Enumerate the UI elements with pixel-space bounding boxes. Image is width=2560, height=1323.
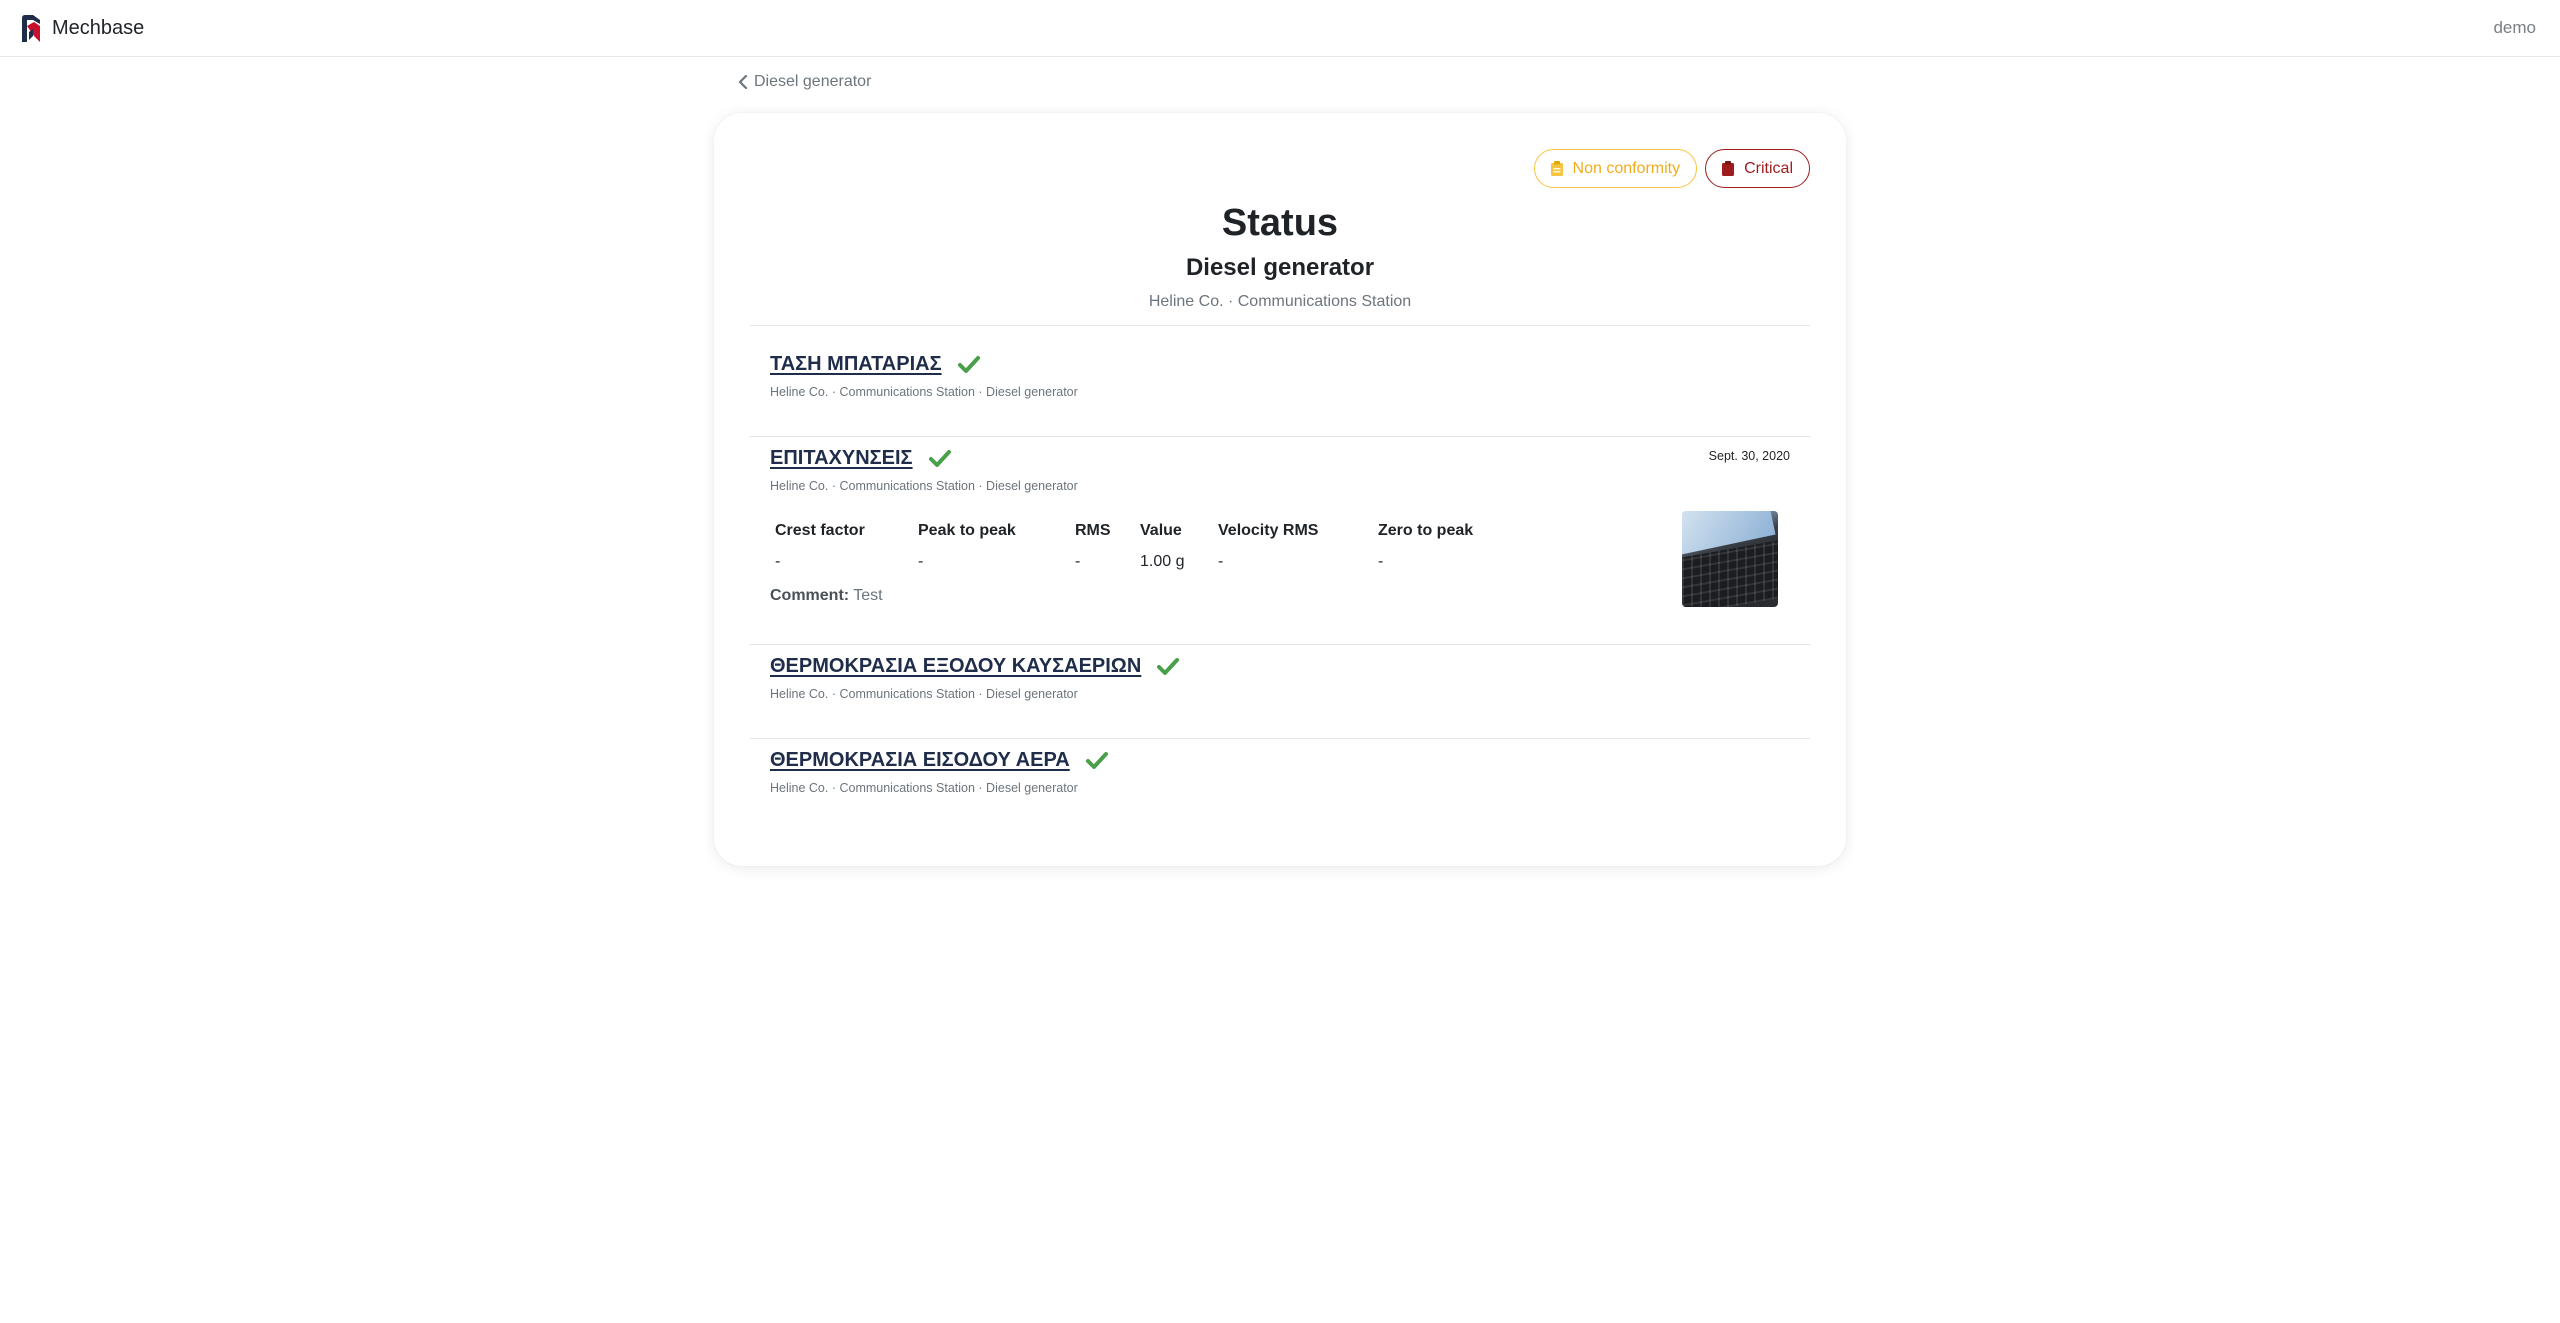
item-path: Heline Co. · Communications Station · Di… bbox=[770, 479, 1078, 493]
table-cell: - bbox=[775, 553, 781, 570]
equipment-name: Diesel generator bbox=[1185, 254, 1375, 281]
list-item: ΘΕΡΜΟΚΡΑΣΙΑ ΕΞΟΔΟΥ ΚΑΥΣΑΕΡΙΩΝ Heline Co.… bbox=[770, 655, 1790, 701]
item-title-link[interactable]: ΘΕΡΜΟΚΡΑΣΙΑ ΕΙΣΟΔΟΥ ΑΕΡΑ bbox=[770, 749, 1070, 772]
user-menu[interactable]: demo bbox=[2493, 18, 2536, 38]
chevron-left-icon bbox=[738, 75, 748, 89]
table-row: - - - 1.00 g - - bbox=[770, 543, 1503, 581]
check-icon bbox=[1157, 657, 1180, 675]
brand-name: Mechbase bbox=[52, 16, 145, 39]
check-icon bbox=[928, 449, 951, 467]
item-title-link[interactable]: ΕΠΙΤΑΧΥΝΣΕΙΣ bbox=[770, 447, 913, 470]
column-header: Peak to peak bbox=[918, 522, 1016, 539]
equipment-location: Heline Co. · Communications Station bbox=[1148, 293, 1412, 310]
comment: Comment: Test bbox=[770, 587, 883, 605]
divider bbox=[750, 436, 1810, 437]
divider bbox=[750, 738, 1810, 739]
item-title-link[interactable]: ΤΑΣΗ ΜΠΑΤΑΡΙΑΣ bbox=[770, 353, 942, 376]
check-icon bbox=[1085, 751, 1108, 769]
attachment-photo[interactable] bbox=[1682, 511, 1778, 607]
column-header: Value bbox=[1140, 522, 1182, 539]
table-cell: - bbox=[1075, 553, 1081, 570]
back-link[interactable]: Diesel generator bbox=[738, 73, 871, 91]
list-item: ΘΕΡΜΟΚΡΑΣΙΑ ΕΙΣΟΔΟΥ ΑΕΡΑ Heline Co. · Co… bbox=[770, 749, 1790, 795]
mechbase-logo-icon bbox=[22, 15, 40, 42]
comment-text: Test bbox=[853, 587, 883, 604]
list-item: ΤΑΣΗ ΜΠΑΤΑΡΙΑΣ Heline Co. · Communicatio… bbox=[770, 353, 1790, 399]
back-link-label: Diesel generator bbox=[754, 73, 872, 90]
page-title: Status bbox=[1221, 202, 1339, 244]
item-path: Heline Co. · Communications Station · Di… bbox=[770, 687, 1078, 701]
table-header-row: Crest factor Peak to peak RMS Value Velo… bbox=[770, 519, 1503, 543]
clipboard-icon bbox=[1550, 161, 1563, 176]
item-path: Heline Co. · Communications Station · Di… bbox=[770, 385, 1078, 399]
comment-label: Comment: bbox=[770, 587, 850, 604]
status-card: Non conformity Critical Status Diesel ge… bbox=[714, 113, 1846, 866]
column-header: Velocity RMS bbox=[1218, 522, 1319, 539]
brand-link[interactable]: Mechbase bbox=[20, 14, 144, 42]
table-cell: - bbox=[1378, 553, 1384, 570]
top-navbar: Mechbase demo bbox=[0, 0, 2560, 57]
column-header: Crest factor bbox=[775, 522, 865, 539]
item-title-link[interactable]: ΘΕΡΜΟΚΡΑΣΙΑ ΕΞΟΔΟΥ ΚΑΥΣΑΕΡΙΩΝ bbox=[770, 655, 1141, 678]
clipboard-icon bbox=[1722, 161, 1735, 176]
list-item: ΕΠΙΤΑΧΥΝΣΕΙΣ Heline Co. · Communications… bbox=[770, 447, 1790, 617]
divider bbox=[750, 644, 1810, 645]
non-conformity-badge[interactable]: Non conformity bbox=[1533, 149, 1698, 188]
table-cell: 1.00 g bbox=[1140, 553, 1185, 570]
column-header: Zero to peak bbox=[1378, 522, 1474, 539]
status-badges: Non conformity Critical bbox=[1533, 149, 1810, 188]
non-conformity-label: Non conformity bbox=[1572, 159, 1681, 177]
divider bbox=[750, 325, 1810, 326]
table-cell: - bbox=[918, 553, 924, 570]
critical-badge[interactable]: Critical bbox=[1705, 149, 1810, 188]
card-header: Status Diesel generator Heline Co. · Com… bbox=[714, 199, 1846, 311]
measurements-table: Crest factor Peak to peak RMS Value Velo… bbox=[770, 519, 1503, 581]
column-header: RMS bbox=[1075, 522, 1111, 539]
item-path: Heline Co. · Communications Station · Di… bbox=[770, 781, 1078, 795]
table-cell: - bbox=[1218, 553, 1224, 570]
item-date: Sept. 30, 2020 bbox=[1708, 449, 1790, 463]
critical-label: Critical bbox=[1744, 159, 1793, 177]
check-icon bbox=[957, 355, 980, 373]
